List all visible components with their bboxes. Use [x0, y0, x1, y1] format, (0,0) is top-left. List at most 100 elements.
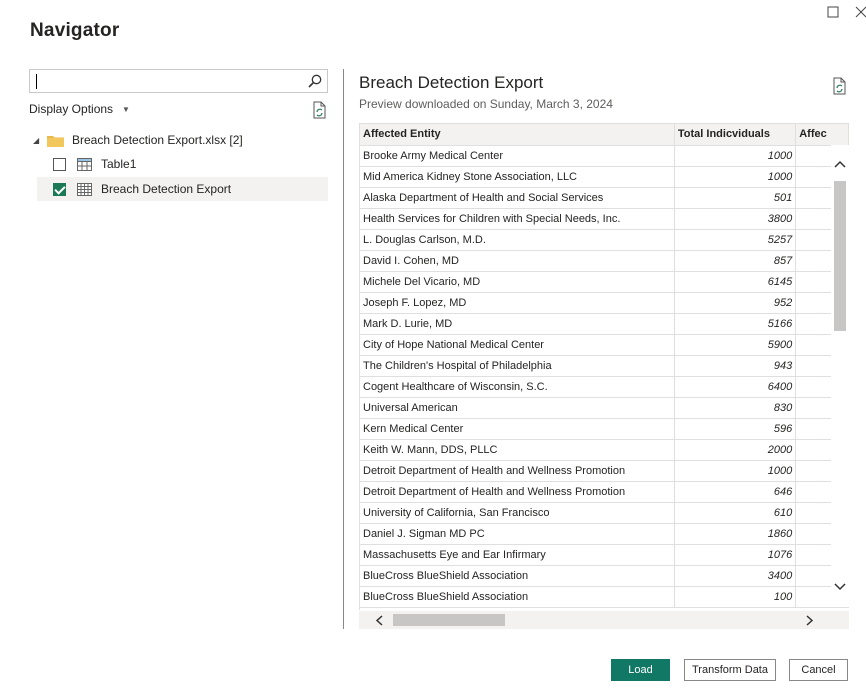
total-individuals-cell[interactable]: 6145 — [674, 271, 797, 293]
preview-title: Breach Detection Export — [359, 73, 544, 92]
affected-entity-cell[interactable]: Cogent Healthcare of Wisconsin, S.C. — [360, 376, 675, 398]
table-row[interactable]: BlueCross BlueShield Association 100 — [360, 586, 849, 608]
table-row[interactable]: Detroit Department of Health and Wellnes… — [360, 460, 849, 482]
affected-entity-cell[interactable]: Mark D. Lurie, MD — [360, 313, 675, 335]
affected-entity-cell[interactable]: David I. Cohen, MD — [360, 250, 675, 272]
table-row[interactable]: Michele Del Vicario, MD 6145 — [360, 271, 849, 293]
pane-divider[interactable] — [343, 69, 344, 629]
table-row[interactable]: City of Hope National Medical Center 5900 — [360, 334, 849, 356]
affected-entity-cell[interactable]: Mid America Kidney Stone Association, LL… — [360, 166, 675, 188]
table-row[interactable]: Detroit Department of Health and Wellnes… — [360, 481, 849, 503]
search-input[interactable] — [36, 73, 304, 89]
table-row[interactable]: The Children's Hospital of Philadelphia 9… — [360, 355, 849, 377]
affected-entity-cell[interactable]: BlueCross BlueShield Association — [360, 565, 675, 587]
vertical-scrollbar[interactable] — [831, 145, 849, 607]
tree-root-file[interactable]: ◢ Breach Detection Export.xlsx [2] — [33, 131, 243, 149]
total-individuals-cell[interactable]: 100 — [674, 586, 797, 608]
total-individuals-cell[interactable]: 501 — [674, 187, 797, 209]
maximize-icon[interactable] — [825, 4, 841, 20]
table-row[interactable]: Mid America Kidney Stone Association, LL… — [360, 166, 849, 188]
total-individuals-cell[interactable]: 1076 — [674, 544, 797, 566]
scroll-up-icon[interactable] — [834, 159, 846, 169]
table-row[interactable]: Mark D. Lurie, MD 5166 — [360, 313, 849, 335]
dialog-title: Navigator — [30, 20, 120, 41]
affected-entity-cell[interactable]: Health Services for Children with Specia… — [360, 208, 675, 230]
affected-entity-cell[interactable]: Detroit Department of Health and Wellnes… — [360, 460, 675, 482]
total-individuals-cell[interactable]: 830 — [674, 397, 797, 419]
search-icon[interactable] — [307, 73, 323, 89]
horizontal-scroll-thumb[interactable] — [393, 614, 505, 626]
total-individuals-cell[interactable]: 596 — [674, 418, 797, 440]
affected-entity-cell[interactable]: BlueCross BlueShield Association — [360, 586, 675, 608]
total-individuals-cell[interactable]: 952 — [674, 292, 797, 314]
column-header[interactable]: Affected Entity — [360, 124, 675, 146]
affected-entity-cell[interactable]: Michele Del Vicario, MD — [360, 271, 675, 293]
table-row[interactable]: L. Douglas Carlson, M.D. 5257 — [360, 229, 849, 251]
total-individuals-cell[interactable]: 857 — [674, 250, 797, 272]
table-row[interactable]: Universal American 830 — [360, 397, 849, 419]
tree-item-breach-detection-export[interactable]: Breach Detection Export — [37, 177, 328, 201]
total-individuals-cell[interactable]: 610 — [674, 502, 797, 524]
table-row[interactable]: University of California, San Francisco 6… — [360, 502, 849, 524]
scroll-down-icon[interactable] — [834, 582, 846, 592]
total-individuals-cell[interactable]: 1000 — [674, 166, 797, 188]
affected-entity-cell[interactable]: Detroit Department of Health and Wellnes… — [360, 481, 675, 503]
total-individuals-cell[interactable]: 1000 — [674, 460, 797, 482]
table-row[interactable]: Daniel J. Sigman MD PC 1860 — [360, 523, 849, 545]
table-row[interactable]: Kern Medical Center 596 — [360, 418, 849, 440]
affected-entity-cell[interactable]: Alaska Department of Health and Social S… — [360, 187, 675, 209]
affected-entity-cell[interactable]: Joseph F. Lopez, MD — [360, 292, 675, 314]
scroll-right-icon[interactable] — [805, 615, 815, 626]
total-individuals-cell[interactable]: 1860 — [674, 523, 797, 545]
horizontal-scrollbar[interactable] — [359, 611, 849, 629]
total-individuals-cell[interactable]: 1000 — [674, 145, 797, 167]
affected-entity-cell[interactable]: Daniel J. Sigman MD PC — [360, 523, 675, 545]
table1-checkbox[interactable] — [53, 157, 66, 171]
table-row[interactable]: Health Services for Children with Specia… — [360, 208, 849, 230]
load-button[interactable]: Load — [611, 659, 670, 681]
close-icon[interactable] — [853, 4, 866, 20]
vertical-scroll-thumb[interactable] — [834, 181, 846, 331]
total-individuals-cell[interactable]: 5900 — [674, 334, 797, 356]
affected-entity-cell[interactable]: The Children's Hospital of Philadelphia — [360, 355, 675, 377]
cancel-button[interactable]: Cancel — [789, 659, 848, 681]
total-individuals-cell[interactable]: 6400 — [674, 376, 797, 398]
affected-entity-cell[interactable]: L. Douglas Carlson, M.D. — [360, 229, 675, 251]
total-individuals-cell[interactable]: 3400 — [674, 565, 797, 587]
preview-table[interactable]: Affected Entity Total Indicviduals Affec… — [359, 123, 849, 610]
table-row[interactable]: Cogent Healthcare of Wisconsin, S.C. 6400 — [360, 376, 849, 398]
total-individuals-cell[interactable]: 943 — [674, 355, 797, 377]
total-individuals-cell[interactable]: 2000 — [674, 439, 797, 461]
table-row[interactable]: David I. Cohen, MD 857 — [360, 250, 849, 272]
affected-entity-cell[interactable]: University of California, San Francisco — [360, 502, 675, 524]
affected-entity-cell[interactable]: Massachusetts Eye and Ear Infirmary — [360, 544, 675, 566]
breach-detection-export-checkbox[interactable] — [53, 182, 66, 196]
affected-entity-cell[interactable]: City of Hope National Medical Center — [360, 334, 675, 356]
total-individuals-cell[interactable]: 646 — [674, 481, 797, 503]
refresh-icon[interactable] — [311, 101, 327, 119]
affected-entity-cell[interactable]: Brooke Army Medical Center — [360, 145, 675, 167]
tree-item-label: Table1 — [101, 157, 137, 171]
total-individuals-cell[interactable]: 5257 — [674, 229, 797, 251]
column-header[interactable]: Total Indicviduals — [674, 124, 797, 146]
affected-entity-cell[interactable]: Universal American — [360, 397, 675, 419]
table-row[interactable]: BlueCross BlueShield Association 3400 — [360, 565, 849, 587]
table-row[interactable]: Brooke Army Medical Center 1000 — [360, 145, 849, 167]
tree-item-table1[interactable]: Table1 — [37, 152, 328, 176]
total-individuals-cell[interactable]: 5166 — [674, 313, 797, 335]
table-row[interactable]: Alaska Department of Health and Social S… — [360, 187, 849, 209]
total-individuals-cell[interactable]: 3800 — [674, 208, 797, 230]
affected-entity-cell[interactable]: Keith W. Mann, DDS, PLLC — [360, 439, 675, 461]
expand-triangle-icon[interactable]: ◢ — [33, 136, 43, 145]
table-row[interactable]: Keith W. Mann, DDS, PLLC 2000 — [360, 439, 849, 461]
display-options-dropdown[interactable]: Display Options ▼ — [29, 102, 130, 116]
tree-root-label: Breach Detection Export.xlsx [2] — [72, 133, 243, 147]
refresh-preview-icon[interactable] — [831, 77, 847, 95]
column-header[interactable]: Affec — [795, 124, 849, 146]
scroll-left-icon[interactable] — [374, 615, 384, 626]
affected-entity-cell[interactable]: Kern Medical Center — [360, 418, 675, 440]
table-row[interactable]: Massachusetts Eye and Ear Infirmary 1076 — [360, 544, 849, 566]
table-row[interactable]: Joseph F. Lopez, MD 952 — [360, 292, 849, 314]
transform-data-button[interactable]: Transform Data — [684, 659, 776, 681]
search-box[interactable] — [29, 69, 328, 93]
